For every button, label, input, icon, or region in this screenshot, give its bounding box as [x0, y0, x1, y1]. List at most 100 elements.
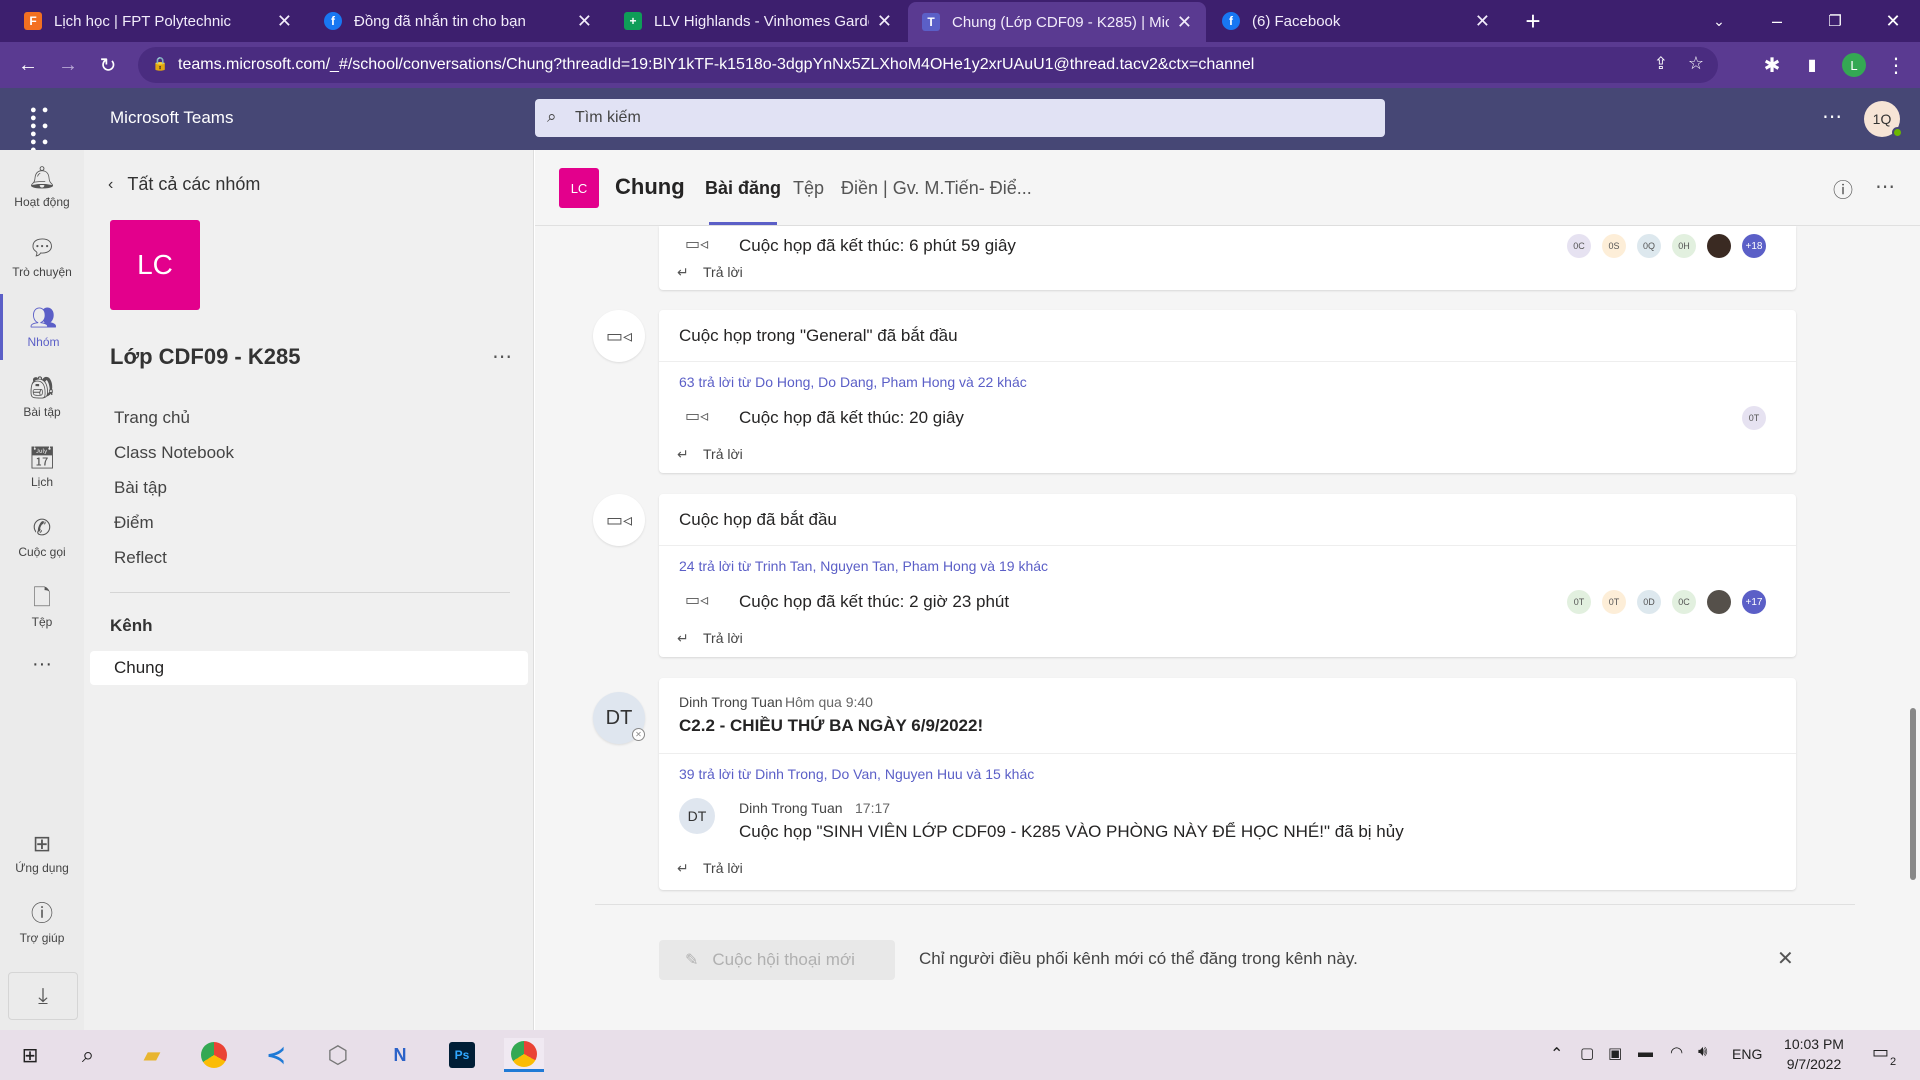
team-nav-grades[interactable]: Điểm: [114, 513, 154, 533]
forward-arrow-icon[interactable]: →: [52, 49, 84, 81]
chrome-active-icon[interactable]: [504, 1038, 544, 1072]
search-icon[interactable]: ⌕: [68, 1038, 108, 1072]
scrollbar-thumb[interactable]: [1910, 708, 1916, 880]
rail-item-teams[interactable]: 👥︎ Nhóm: [0, 294, 84, 360]
reply-button[interactable]: Trả lời: [703, 630, 743, 646]
participant-photo[interactable]: [1707, 234, 1731, 258]
share-icon[interactable]: ⇪: [1654, 54, 1668, 74]
team-nav-reflect[interactable]: Reflect: [114, 548, 167, 568]
participant-avatar[interactable]: 0H: [1672, 234, 1696, 258]
vscode-icon[interactable]: ≺: [256, 1038, 296, 1072]
reply-arrow-icon: ↵: [677, 860, 689, 876]
volume-icon[interactable]: 🔊︎: [1698, 1043, 1707, 1060]
browser-tab[interactable]: F Lịch học | FPT Polytechnic ✕: [10, 0, 306, 42]
close-icon[interactable]: ✕: [277, 11, 292, 32]
reply-arrow-icon: ↵: [677, 446, 689, 462]
channel-item-chung[interactable]: Chung: [90, 651, 528, 685]
download-icon[interactable]: ⤓: [8, 972, 78, 1020]
tray-app-icon[interactable]: ▣: [1608, 1044, 1622, 1062]
back-arrow-icon[interactable]: ←: [12, 49, 44, 81]
wifi-icon[interactable]: ◠: [1670, 1043, 1683, 1061]
tray-app-icon[interactable]: ▢: [1580, 1044, 1594, 1062]
participant-avatar[interactable]: 0C: [1567, 234, 1591, 258]
notification-icon[interactable]: ▭: [1872, 1042, 1889, 1063]
tab-files[interactable]: Tệp: [793, 178, 824, 199]
back-to-teams-link[interactable]: ‹ Tất cả các nhóm: [108, 174, 260, 195]
browser-menu-icon[interactable]: ⋮: [1880, 49, 1912, 81]
reply-button[interactable]: Trả lời: [703, 264, 743, 280]
extensions-icon[interactable]: ✱: [1756, 49, 1788, 81]
window-close-button[interactable]: ✕: [1868, 0, 1918, 42]
reply-button[interactable]: Trả lời: [703, 860, 743, 876]
restore-button[interactable]: ❐: [1810, 0, 1860, 42]
tab-posts[interactable]: Bài đăng: [705, 178, 781, 199]
browser-tab[interactable]: f Đồng đã nhắn tin cho bạn ✕: [310, 0, 606, 42]
rail-item-assignments[interactable]: 🎒︎ Bài tập: [0, 364, 84, 430]
reply-button[interactable]: Trả lời: [703, 446, 743, 462]
hexagon-app-icon[interactable]: ⬡: [318, 1038, 358, 1072]
more-options-icon[interactable]: ⋯: [1822, 104, 1842, 129]
minimize-button[interactable]: –: [1752, 0, 1802, 42]
replies-summary-link[interactable]: 39 trả lời từ Dinh Trong, Do Van, Nguyen…: [679, 766, 1034, 782]
close-icon[interactable]: ✕: [877, 11, 892, 32]
participant-avatar[interactable]: 0Q: [1637, 234, 1661, 258]
battery-icon[interactable]: ▬: [1638, 1044, 1653, 1061]
rail-item-chat[interactable]: 💬︎ Trò chuyện: [0, 224, 84, 290]
participant-avatar[interactable]: 0T: [1742, 406, 1766, 430]
team-more-icon[interactable]: ⋯: [492, 344, 512, 369]
reload-icon[interactable]: ↻: [92, 49, 124, 81]
windows-start-icon[interactable]: ⊞: [10, 1038, 50, 1072]
rail-item-calendar[interactable]: 📅︎ Lịch: [0, 434, 84, 500]
star-icon[interactable]: ☆: [1688, 53, 1704, 74]
tab-grades-sheet[interactable]: Điền | Gv. M.Tiến- Điể...: [841, 178, 1032, 199]
new-tab-button[interactable]: +: [1508, 0, 1558, 42]
rail-item-calls[interactable]: ✆ Cuộc gọi: [0, 504, 84, 570]
participant-photo[interactable]: [1707, 590, 1731, 614]
clock-date[interactable]: 9/7/2022: [1782, 1056, 1846, 1072]
participant-avatar[interactable]: 0T: [1602, 590, 1626, 614]
close-icon[interactable]: ✕: [1777, 946, 1794, 971]
file-explorer-icon[interactable]: ▰: [132, 1038, 172, 1072]
photoshop-icon[interactable]: Ps: [442, 1038, 482, 1072]
language-indicator[interactable]: ENG: [1732, 1046, 1762, 1062]
more-participants-badge[interactable]: +17: [1742, 590, 1766, 614]
team-nav-notebook[interactable]: Class Notebook: [114, 443, 234, 463]
app-launcher-icon[interactable]: ● ● ●● ● ●● ● ●: [30, 105, 56, 156]
chevron-up-icon[interactable]: ⌃: [1550, 1044, 1563, 1064]
close-icon[interactable]: ✕: [1177, 12, 1192, 33]
rail-item-help[interactable]: ⓘ Trợ giúp: [0, 890, 84, 956]
rail-item-activity[interactable]: 🔔︎ Hoạt động: [0, 154, 84, 220]
sidepanel-icon[interactable]: ▮: [1796, 49, 1828, 81]
team-nav-home[interactable]: Trang chủ: [114, 408, 190, 428]
reply-author-avatar[interactable]: DT: [679, 798, 715, 834]
profile-avatar[interactable]: L: [1842, 53, 1866, 77]
clock-time[interactable]: 10:03 PM: [1782, 1036, 1846, 1052]
app-icon[interactable]: N: [380, 1038, 420, 1072]
close-icon[interactable]: ✕: [1475, 11, 1490, 32]
team-nav-assignments[interactable]: Bài tập: [114, 478, 167, 498]
close-icon[interactable]: ✕: [577, 11, 592, 32]
new-conversation-button[interactable]: ✎ Cuộc hội thoại mới: [659, 940, 895, 980]
url-bar[interactable]: 🔒 teams.microsoft.com/_#/school/conversa…: [138, 47, 1718, 83]
meeting-ended-text: Cuộc họp đã kết thúc: 20 giây: [739, 408, 964, 427]
info-icon[interactable]: ⓘ: [1833, 174, 1853, 203]
search-input[interactable]: ⌕ Tìm kiếm: [535, 99, 1385, 137]
tab-search-icon[interactable]: ⌄: [1694, 0, 1744, 42]
browser-tab[interactable]: f (6) Facebook ✕: [1208, 0, 1504, 42]
post-header: Cuộc họp trong "General" đã bắt đầu: [659, 310, 1796, 362]
lock-icon: 🔒: [152, 56, 169, 71]
more-apps-icon[interactable]: ···: [0, 644, 84, 684]
rail-item-files[interactable]: 🗋 Tệp: [0, 574, 84, 640]
browser-tab-active[interactable]: T Chung (Lớp CDF09 - K285) | Micr ✕: [908, 2, 1206, 42]
channel-more-icon[interactable]: ⋯: [1875, 174, 1895, 199]
chrome-icon[interactable]: [194, 1038, 234, 1072]
participant-avatar[interactable]: 0T: [1567, 590, 1591, 614]
participant-avatar[interactable]: 0S: [1602, 234, 1626, 258]
browser-tab[interactable]: + LLV Highlands - Vinhomes Garde ✕: [610, 0, 906, 42]
participant-avatar[interactable]: 0C: [1672, 590, 1696, 614]
more-participants-badge[interactable]: +18: [1742, 234, 1766, 258]
replies-summary-link[interactable]: 24 trả lời từ Trinh Tan, Nguyen Tan, Pha…: [679, 558, 1048, 574]
rail-item-apps[interactable]: ⊞ Ứng dụng: [0, 820, 84, 886]
participant-avatar[interactable]: 0D: [1637, 590, 1661, 614]
replies-summary-link[interactable]: 63 trả lời từ Do Hong, Do Dang, Pham Hon…: [679, 374, 1027, 390]
